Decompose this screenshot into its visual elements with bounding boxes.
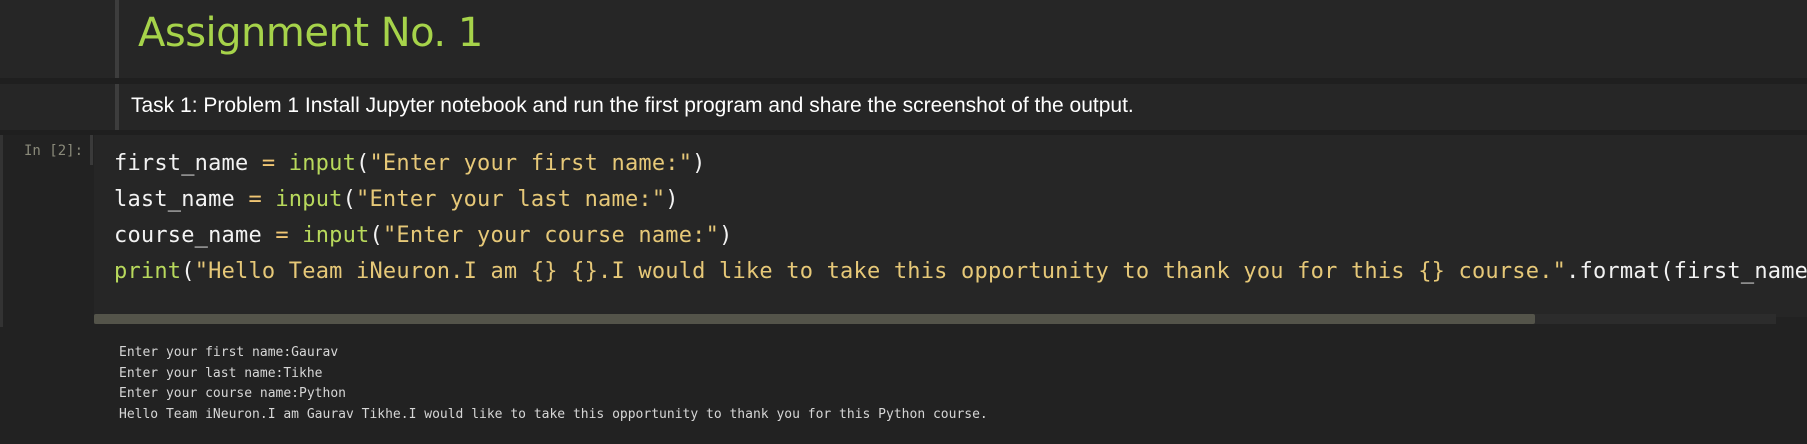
assign-operator: = xyxy=(235,187,276,212)
string-literal: "Enter your course name:" xyxy=(382,223,720,248)
string-literal: "Hello Team iNeuron.I am {} {}.I would l… xyxy=(194,259,1567,284)
assign-operator: = xyxy=(261,223,303,248)
code-line: first_name = input("Enter your first nam… xyxy=(114,151,706,176)
assign-operator: = xyxy=(248,151,289,176)
code-line: course_name = input("Enter your course n… xyxy=(114,223,733,248)
method-call: .format(first_name,l xyxy=(1566,259,1807,284)
string-literal: "Enter your last name:" xyxy=(356,187,666,212)
open-paren: ( xyxy=(181,259,195,284)
code-editor[interactable]: first_name = input("Enter your first nam… xyxy=(94,135,1807,317)
open-paren: ( xyxy=(369,223,383,248)
markdown-cell[interactable]: Task 1: Problem 1 Install Jupyter notebo… xyxy=(115,84,1797,130)
close-paren: ) xyxy=(692,151,706,176)
output-line: Enter your last name:Tikhe xyxy=(119,365,323,381)
output-line: Enter your first name:Gaurav xyxy=(119,345,339,360)
open-paren: ( xyxy=(342,187,357,212)
cell-output: Enter your first name:Gaurav Enter your … xyxy=(119,343,988,425)
variable-name: course_name xyxy=(114,223,262,248)
open-paren: ( xyxy=(356,151,370,176)
close-paren: ) xyxy=(719,223,733,248)
code-line: last_name = input("Enter your last name:… xyxy=(114,187,679,212)
output-line: Hello Team iNeuron.I am Gaurav Tikhe.I w… xyxy=(119,406,988,422)
input-prompt: In [2]: xyxy=(24,143,84,159)
horizontal-scrollbar[interactable] xyxy=(94,314,1776,324)
prompt-divider xyxy=(90,135,93,165)
assignment-heading: Assignment No. 1 xyxy=(138,10,483,56)
heading-cell[interactable]: Assignment No. 1 xyxy=(115,0,1807,78)
output-line: Enter your course name:Python xyxy=(119,386,346,401)
code-line: print("Hello Team iNeuron.I am {} {}.I w… xyxy=(114,259,1807,284)
variable-name: first_name xyxy=(114,151,249,176)
variable-name: last_name xyxy=(114,187,236,212)
cell-selection-indicator xyxy=(0,135,3,327)
builtin-function: input xyxy=(302,223,370,248)
scrollbar-thumb[interactable] xyxy=(94,314,1536,324)
task-description: Task 1: Problem 1 Install Jupyter notebo… xyxy=(131,94,1134,117)
builtin-function: input xyxy=(288,151,357,176)
builtin-function: input xyxy=(275,187,343,212)
close-paren: ) xyxy=(665,187,679,212)
string-literal: "Enter your first name:" xyxy=(369,151,693,176)
builtin-function: print xyxy=(114,259,182,284)
